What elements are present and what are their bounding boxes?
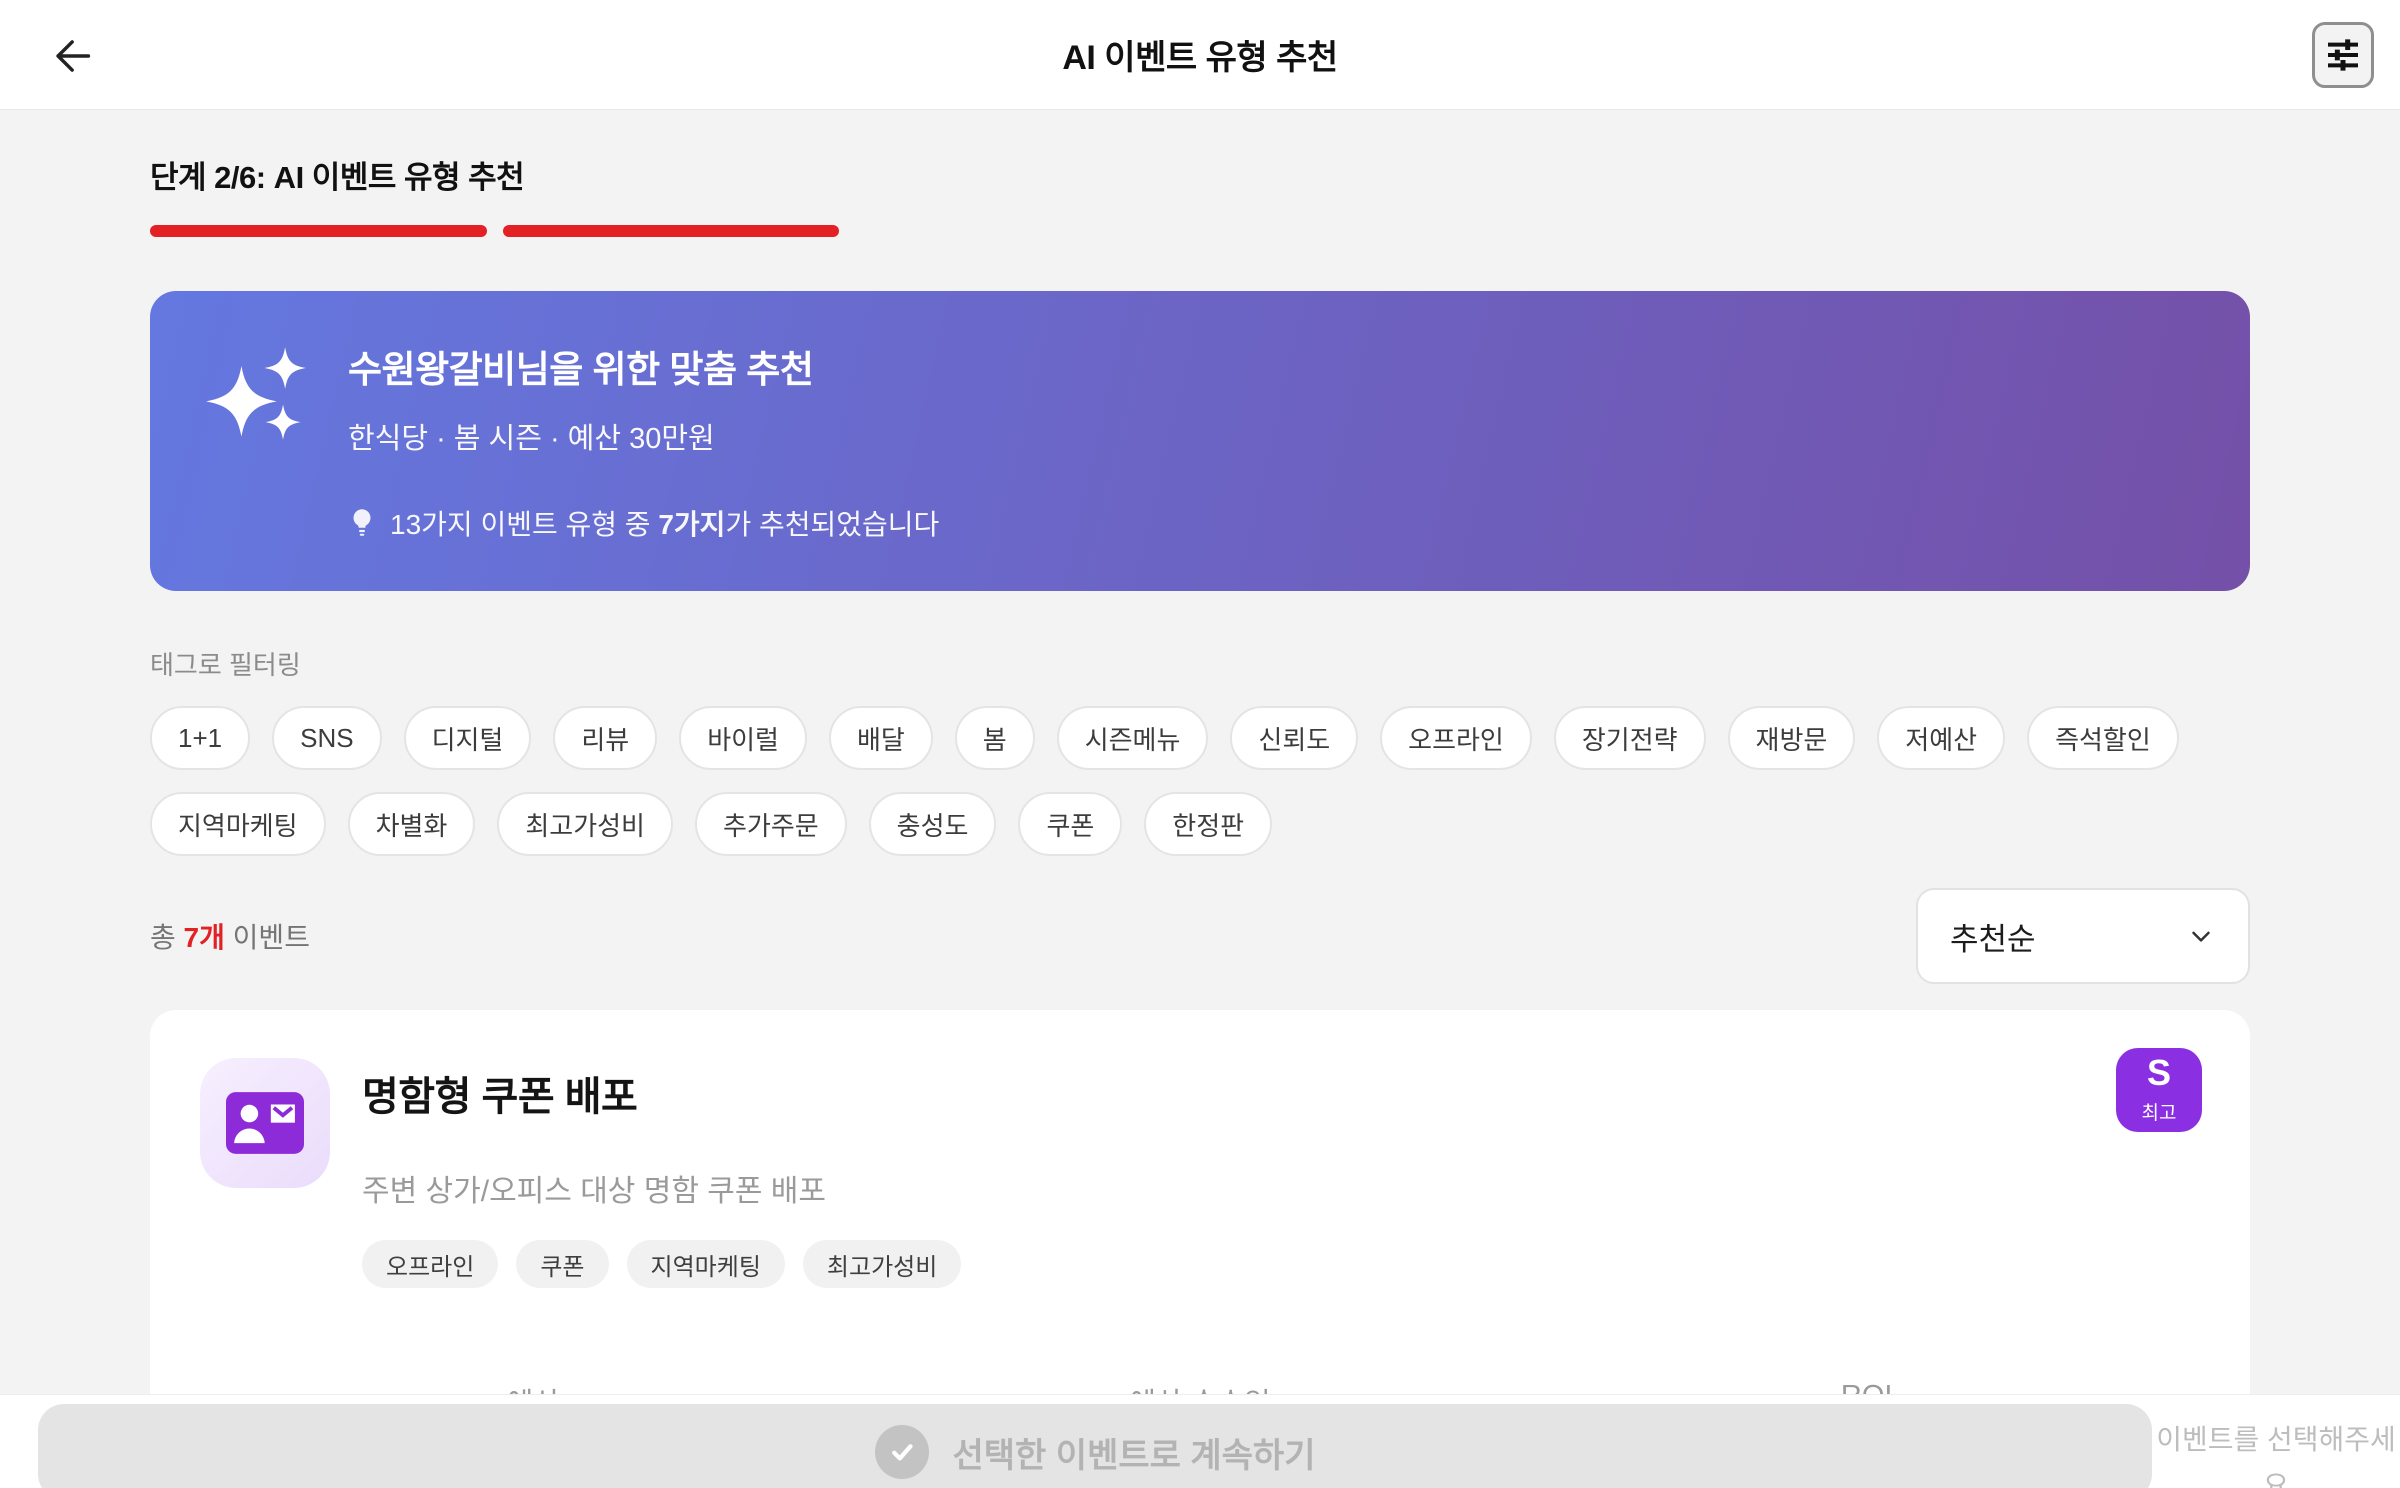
event-icon-tile [200, 1058, 330, 1188]
grade-letter: S [2146, 1052, 2171, 1093]
sparkles-icon [206, 347, 306, 440]
event-tag-list: 오프라인 쿠폰 지역마케팅 최고가성비 [362, 1240, 962, 1288]
progress-segment-2 [502, 225, 840, 237]
arrow-left-icon [56, 40, 91, 72]
banner-note-text: 13가지 이벤트 유형 중 7가지가 추천되었습니다 [390, 509, 940, 540]
card-main: 명함형 쿠폰 배포 주변 상가/오피스 대상 명함 쿠폰 배포 오프라인 쿠폰 지역… [200, 1058, 2200, 1288]
filter-tag[interactable]: 충성도 [868, 792, 997, 856]
main-content: 단계 2/6: AI 이벤트 유형 추천 수원왕갈비님을 위한 맞춤 추천 한식… [0, 110, 2400, 1488]
event-tag-chip: 쿠폰 [516, 1240, 609, 1288]
filter-tag[interactable]: 재방문 [1727, 706, 1856, 770]
filter-tag[interactable]: 즉석할인 [2027, 706, 2179, 770]
bottom-bar: 선택한 이벤트로 계속하기 이벤트를 선택해주세요 [0, 1394, 2400, 1488]
banner-text: 수원왕갈비님을 위한 맞춤 추천 한식당 · 봄 시즌 · 예산 30만원 13… [348, 339, 939, 543]
tune-sliders-icon [2328, 39, 2358, 71]
selection-helper-text: 이벤트를 선택해주세요 [2156, 1424, 2396, 1488]
recommendation-banner: 수원왕갈비님을 위한 맞춤 추천 한식당 · 봄 시즌 · 예산 30만원 13… [150, 291, 2250, 591]
filter-tag[interactable]: 차별화 [347, 792, 476, 856]
event-description: 주변 상가/오피스 대상 명함 쿠폰 배포 [362, 1175, 827, 1208]
sort-dropdown[interactable]: 추천순 [1916, 888, 2250, 984]
tag-filter-list: 1+1 SNS 디지털 리뷰 바이럴 배달 봄 시즌메뉴 신뢰도 오프라인 장기전략 재방문 저예산 즉석… [150, 706, 2250, 856]
filter-tag[interactable]: 시즌메뉴 [1056, 706, 1209, 770]
filter-tag[interactable]: 오프라인 [1380, 706, 1532, 770]
event-count: 총 7개 이벤트 [150, 922, 310, 953]
filter-tag[interactable]: SNS [272, 706, 382, 770]
page-title: AI 이벤트 유형 추천 [1062, 39, 1338, 77]
grade-badge: S 최고 [2116, 1048, 2202, 1132]
contact-card-icon [226, 1092, 304, 1154]
progress-segment-5 [1561, 225, 1898, 237]
event-title: 명함형 쿠폰 배포 [362, 1075, 638, 1119]
banner-note: 13가지 이벤트 유형 중 7가지가 추천되었습니다 [348, 503, 939, 543]
header: AI 이벤트 유형 추천 [0, 0, 2400, 110]
filter-settings-button[interactable] [2312, 22, 2374, 88]
filter-tag[interactable]: 리뷰 [553, 706, 658, 770]
continue-button-label: 선택한 이벤트로 계속하기 [952, 1436, 1316, 1475]
card-content: 명함형 쿠폰 배포 주변 상가/오피스 대상 명함 쿠폰 배포 오프라인 쿠폰 지역… [362, 1058, 962, 1288]
progress-segment-6 [1913, 225, 2250, 237]
grade-label: 최고 [2141, 1103, 2177, 1124]
filter-tag[interactable]: 장기전략 [1553, 706, 1706, 770]
filter-tag[interactable]: 봄 [954, 706, 1035, 770]
progress-segment-4 [1208, 225, 1545, 237]
banner-title: 수원왕갈비님을 위한 맞춤 추천 [348, 349, 814, 390]
progress-segment-1 [150, 225, 487, 237]
filter-tag[interactable]: 배달 [828, 706, 933, 770]
chevron-down-icon [2192, 931, 2210, 942]
filter-tag[interactable]: 디지털 [403, 706, 532, 770]
event-tag-chip: 오프라인 [362, 1240, 499, 1288]
filter-tag[interactable]: 쿠폰 [1018, 792, 1123, 856]
step-label: 단계 2/6: AI 이벤트 유형 추천 [150, 160, 525, 195]
check-circle-icon [874, 1425, 929, 1479]
filter-tag[interactable]: 1+1 [150, 706, 251, 770]
lightbulb-icon [353, 509, 371, 536]
event-tag-chip: 최고가성비 [802, 1240, 962, 1288]
filter-tag[interactable]: 바이럴 [679, 706, 807, 770]
filter-tag[interactable]: 최고가성비 [497, 792, 673, 856]
back-button[interactable] [44, 28, 104, 84]
event-count-number: 7개 [183, 922, 225, 953]
banner-subtitle: 한식당 · 봄 시즌 · 예산 30만원 [348, 423, 715, 455]
progress-segment-3 [855, 225, 1192, 237]
sort-value: 추천순 [1950, 921, 2036, 957]
filter-tag[interactable]: 지역마케팅 [150, 792, 326, 856]
results-row: 총 7개 이벤트 추천순 [150, 888, 2250, 984]
filter-tag[interactable]: 저예산 [1877, 706, 2006, 770]
continue-button[interactable]: 선택한 이벤트로 계속하기 [38, 1404, 2152, 1488]
filter-tag[interactable]: 신뢰도 [1230, 706, 1359, 770]
filter-tag[interactable]: 한정판 [1144, 792, 1273, 856]
filter-tag[interactable]: 추가주문 [694, 792, 847, 856]
progress-bar [150, 225, 2250, 237]
event-tag-chip: 지역마케팅 [626, 1240, 785, 1288]
tag-filter-label: 태그로 필터링 [150, 650, 301, 680]
